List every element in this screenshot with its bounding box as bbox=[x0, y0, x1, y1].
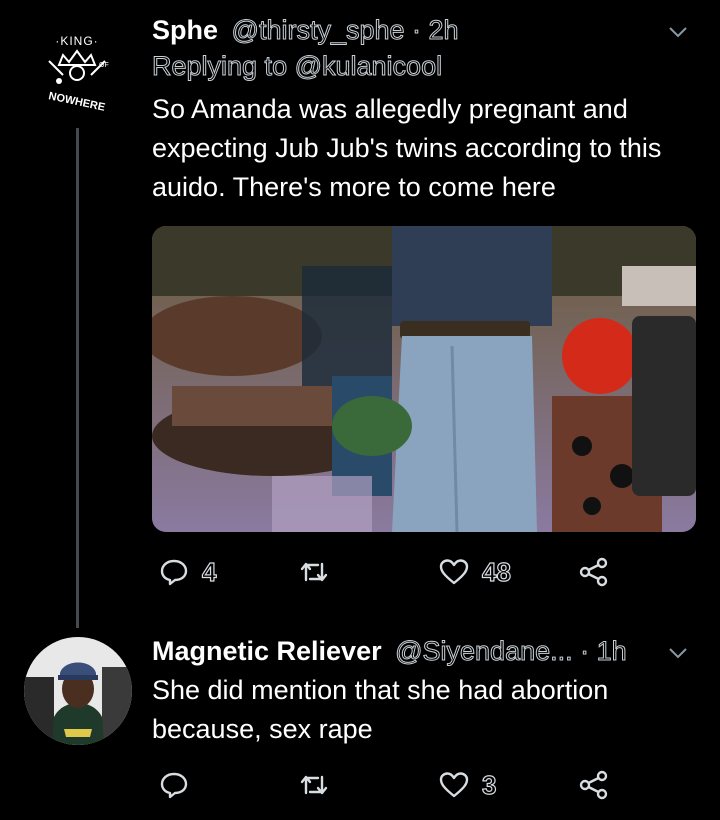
user-handle[interactable]: @thirsty_sphe bbox=[231, 15, 405, 46]
retweet-icon bbox=[300, 775, 328, 795]
chevron-down-icon[interactable] bbox=[666, 641, 690, 665]
like-icon bbox=[439, 772, 469, 798]
share-action[interactable] bbox=[578, 552, 610, 592]
thread-line bbox=[76, 128, 79, 628]
tweet-1[interactable]: ·KING· OF NOWHERE Sphe @thirsty_sphe · 2… bbox=[0, 0, 720, 628]
profile-photo bbox=[24, 637, 132, 745]
reply-count: 4 bbox=[201, 556, 217, 587]
reply-action[interactable]: 4 bbox=[158, 552, 217, 592]
replying-to-label: Replying to bbox=[152, 51, 295, 82]
crowd-photo bbox=[152, 226, 696, 532]
reply-action[interactable] bbox=[158, 765, 202, 805]
like-icon bbox=[439, 559, 469, 585]
like-action[interactable]: 3 bbox=[438, 765, 497, 805]
king-of-nowhere-logo: ·KING· OF NOWHERE bbox=[47, 34, 109, 114]
retweet-action[interactable] bbox=[298, 765, 330, 805]
replying-to-handle[interactable]: @kulanicool bbox=[294, 51, 442, 82]
reply-icon bbox=[160, 772, 188, 799]
timestamp[interactable]: 2h bbox=[428, 15, 459, 46]
tweet-actions: 4 48 bbox=[152, 552, 622, 592]
display-name[interactable]: Magnetic Reliever bbox=[152, 636, 382, 666]
retweet-action[interactable] bbox=[298, 552, 330, 592]
avatar[interactable]: ·KING· OF NOWHERE bbox=[26, 18, 128, 120]
reply-icon bbox=[160, 559, 188, 586]
tweet-actions: 3 bbox=[152, 765, 622, 805]
tweet-text: So Amanda was allegedly pregnant and exp… bbox=[152, 94, 662, 202]
separator-dot: · bbox=[404, 15, 429, 46]
separator-dot: · bbox=[572, 636, 597, 667]
retweet-icon bbox=[300, 562, 328, 582]
share-action[interactable] bbox=[578, 765, 610, 805]
tweet-text: She did mention that she had abortion be… bbox=[152, 675, 609, 744]
like-action[interactable]: 48 bbox=[438, 552, 512, 592]
tweet-header: Sphe @thirsty_sphe · 2h bbox=[152, 12, 696, 48]
display-name[interactable]: Sphe bbox=[152, 15, 218, 45]
svg-text:NOWHERE: NOWHERE bbox=[47, 90, 106, 114]
tweet-2[interactable]: Magnetic Reliever @Siyendane... · 1h She… bbox=[0, 625, 720, 820]
timestamp[interactable]: 1h bbox=[596, 636, 627, 667]
replying-to: Replying to @kulanicool bbox=[152, 48, 696, 84]
like-count: 48 bbox=[481, 556, 511, 587]
avatar[interactable] bbox=[24, 637, 132, 745]
svg-text:·KING·: ·KING· bbox=[55, 34, 98, 48]
chevron-down-icon[interactable] bbox=[666, 20, 690, 44]
svg-text:OF: OF bbox=[99, 62, 109, 69]
tweet-header: Magnetic Reliever @Siyendane... · 1h bbox=[152, 633, 696, 669]
share-icon bbox=[579, 770, 608, 800]
tweet-image[interactable] bbox=[152, 226, 696, 532]
user-handle[interactable]: @Siyendane... bbox=[395, 636, 574, 667]
like-count: 3 bbox=[481, 769, 497, 800]
share-icon bbox=[579, 557, 608, 587]
